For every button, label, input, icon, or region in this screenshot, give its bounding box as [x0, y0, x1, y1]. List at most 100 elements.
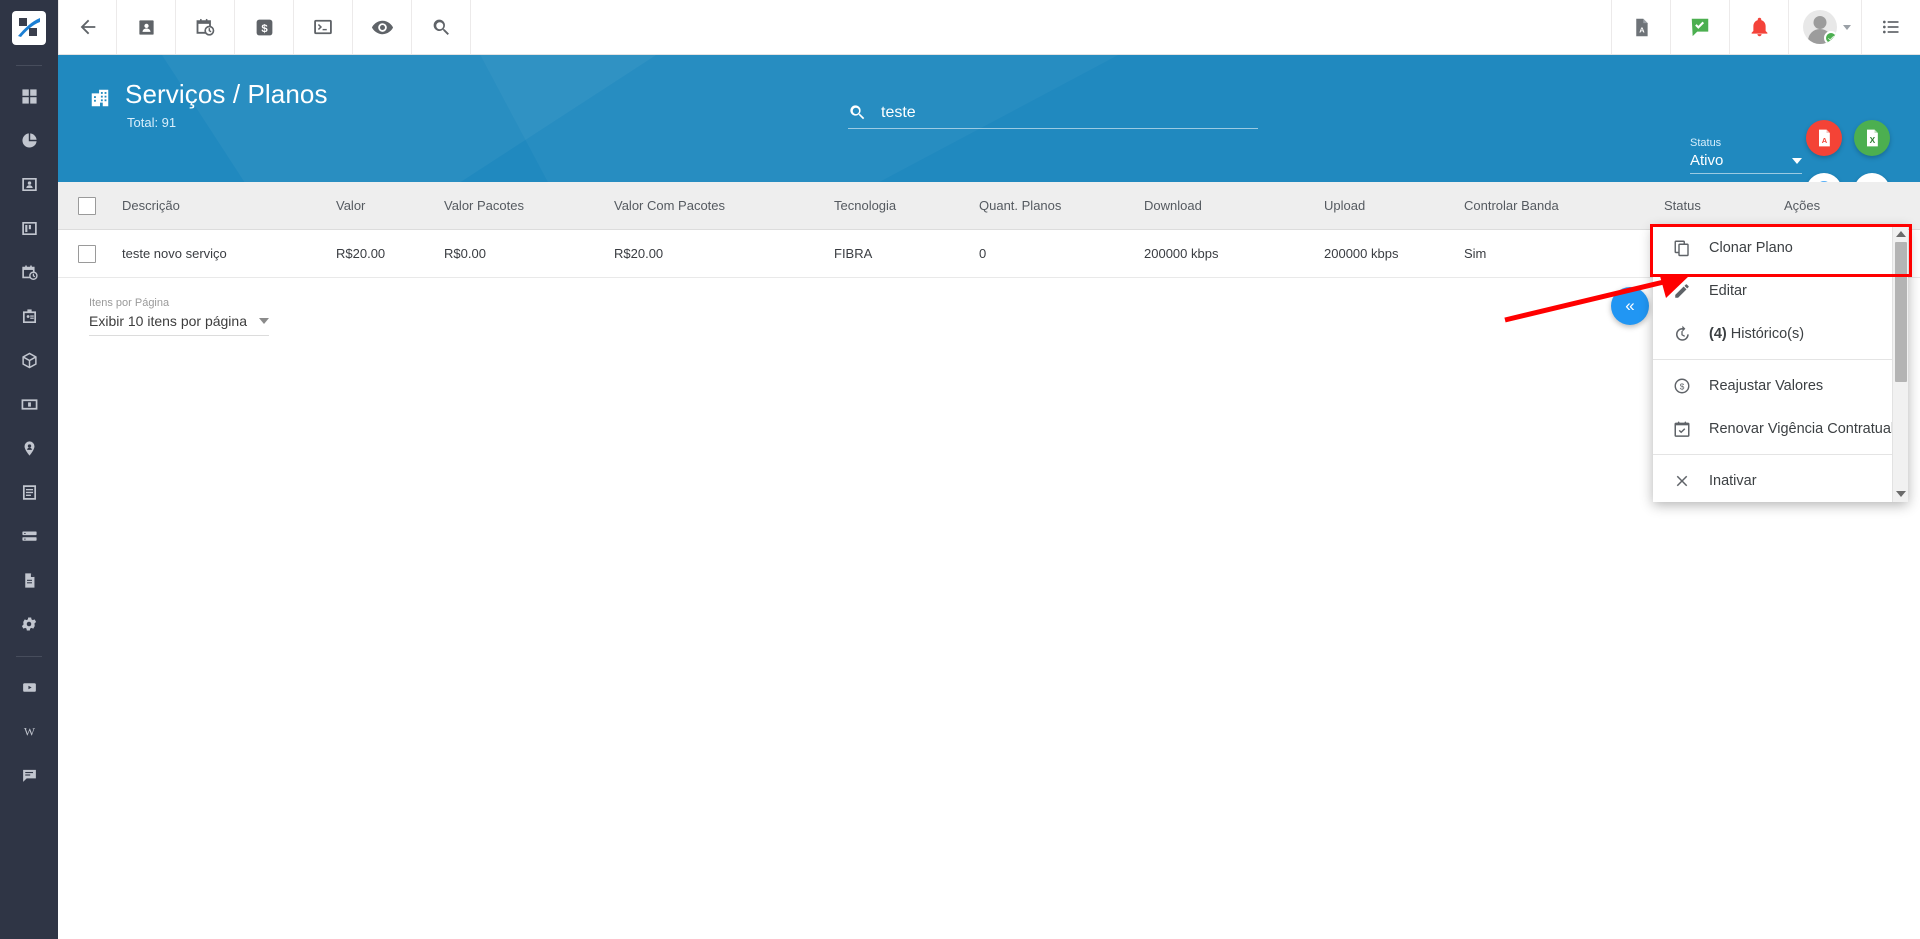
contact-card-icon	[21, 177, 37, 191]
context-menu-scrollbar[interactable]	[1892, 226, 1908, 502]
plus-circle-icon	[1820, 181, 1828, 182]
ctx-item-label: Inativar	[1709, 472, 1757, 489]
ctx-historicos[interactable]: (4) Histórico(s)	[1653, 312, 1908, 355]
cell-quant-planos: 0	[979, 246, 987, 261]
sidebar-item-reports[interactable]	[0, 118, 58, 162]
export-excel-button[interactable]: X	[1854, 120, 1890, 156]
ctx-editar[interactable]: Editar	[1653, 269, 1908, 312]
sidebar-item-chat[interactable]	[0, 753, 58, 797]
ctx-clonar-plano[interactable]: Clonar Plano	[1653, 226, 1908, 269]
wiki-w-icon: W	[23, 724, 35, 738]
svg-text:A: A	[1639, 25, 1645, 34]
topbar-schedule-button[interactable]	[176, 0, 235, 54]
search-box[interactable]	[848, 103, 1258, 129]
refresh-button[interactable]	[1854, 173, 1890, 182]
calendar-clock-icon	[21, 264, 38, 280]
topbar-menu-button[interactable]	[1861, 0, 1920, 54]
sidebar-item-schedule[interactable]	[0, 250, 58, 294]
sidebar-item-dashboard[interactable]	[0, 74, 58, 118]
chevron-down-icon	[259, 318, 269, 324]
green-check-chat-icon	[1691, 18, 1709, 37]
ctx-item-label: (4) Histórico(s)	[1709, 326, 1804, 342]
search-icon	[433, 19, 449, 35]
sidebar-item-settings[interactable]	[0, 602, 58, 646]
dollar-square-icon: $	[256, 19, 272, 35]
server-stack-icon	[21, 531, 37, 541]
ctx-reajustar-valores[interactable]: $ Reajustar Valores	[1653, 364, 1908, 407]
ctx-separator-2	[1653, 454, 1908, 455]
topbar-right-group: A	[1611, 0, 1920, 54]
sidebar-item-videos[interactable]	[0, 665, 58, 709]
row-checkbox[interactable]	[78, 244, 96, 263]
user-avatar-menu[interactable]	[1788, 0, 1861, 54]
select-all-cell[interactable]	[58, 196, 116, 215]
scroll-down-arrow-icon[interactable]	[1893, 486, 1909, 502]
left-sidebar: W	[0, 0, 58, 939]
items-per-page-select[interactable]: Itens por Página Exibir 10 itens por pág…	[89, 297, 269, 336]
topbar-terminal-button[interactable]	[294, 0, 353, 54]
col-upload: Upload	[1324, 198, 1366, 213]
topbar-pdf-button[interactable]: A	[1611, 0, 1670, 54]
col-acoes: Ações	[1784, 198, 1821, 213]
cell-valor: R$20.00	[336, 246, 386, 261]
items-per-page-label: Itens por Página	[89, 297, 170, 309]
eye-icon	[371, 20, 393, 34]
sidebar-item-contacts[interactable]	[0, 162, 58, 206]
export-pdf-button[interactable]: A	[1806, 120, 1842, 156]
collapse-panel-button[interactable]: «	[1611, 287, 1649, 325]
sidebar-item-network[interactable]	[0, 426, 58, 470]
scrollbar-thumb[interactable]	[1895, 242, 1907, 382]
col-valor-pacotes: Valor Pacotes	[444, 198, 524, 213]
sidebar-item-finance[interactable]	[0, 382, 58, 426]
chat-bubble-icon	[22, 769, 36, 782]
cell-valor-com-pacotes: R$20.00	[614, 246, 664, 261]
pdf-export-icon: A	[1819, 129, 1830, 147]
sidebar-item-invoices[interactable]	[0, 470, 58, 514]
col-controlar-banda: Controlar Banda	[1464, 198, 1559, 213]
add-plan-button[interactable]	[1806, 173, 1842, 182]
search-icon	[850, 105, 865, 120]
page-header: Serviços / Planos Total: 91 Status Ativo…	[58, 55, 1920, 182]
search-input[interactable]	[881, 103, 1258, 122]
row-actions-context-menu: Clonar Plano Editar (4) Histórico(s) $ R…	[1653, 226, 1908, 502]
ctx-item-label: Editar	[1709, 282, 1747, 299]
svg-text:$: $	[261, 22, 268, 34]
topbar-monitor-button[interactable]	[353, 0, 412, 54]
table-row[interactable]: teste novo serviço R$20.00 R$0.00 R$20.0…	[58, 230, 1920, 278]
scroll-up-arrow-icon[interactable]	[1893, 226, 1909, 242]
topbar-clients-button[interactable]	[117, 0, 176, 54]
topbar-notifications-button[interactable]	[1729, 0, 1788, 54]
table-body: teste novo serviço R$20.00 R$0.00 R$20.0…	[58, 230, 1920, 278]
sidebar-item-board[interactable]	[0, 206, 58, 250]
user-card-icon	[138, 19, 154, 35]
topbar-tickets-button[interactable]	[1670, 0, 1729, 54]
col-tecnologia: Tecnologia	[834, 198, 897, 213]
refresh-icon	[1861, 180, 1884, 183]
row-select-cell[interactable]	[58, 244, 116, 263]
sidebar-item-wiki[interactable]: W	[0, 709, 58, 753]
app-logo[interactable]	[0, 0, 58, 55]
document-lines-icon	[22, 484, 36, 500]
copy-icon	[1671, 239, 1692, 257]
calendar-check-icon	[1671, 420, 1692, 438]
select-all-checkbox[interactable]	[78, 196, 96, 215]
sidebar-item-servers[interactable]	[0, 514, 58, 558]
cell-upload: 200000 kbps	[1324, 246, 1399, 261]
sidebar-item-inventory[interactable]	[0, 294, 58, 338]
topbar-finance-button[interactable]: $	[235, 0, 294, 54]
collapse-chevrons-icon: «	[1625, 296, 1635, 315]
topbar-back-button[interactable]	[58, 0, 117, 54]
status-filter-value: Ativo	[1690, 152, 1724, 169]
topbar-search-button[interactable]	[412, 0, 471, 54]
sidebar-item-products[interactable]	[0, 338, 58, 382]
box-3d-icon	[21, 352, 37, 368]
ctx-renovar-vigencia[interactable]: Renovar Vigência Contratual	[1653, 407, 1908, 450]
sidebar-item-files[interactable]	[0, 558, 58, 602]
pencil-icon	[1671, 282, 1692, 300]
cell-tecnologia: FIBRA	[834, 246, 873, 261]
ctx-inativar[interactable]: Inativar	[1653, 459, 1908, 502]
pdf-file-icon: A	[1635, 18, 1648, 36]
file-page-icon	[24, 572, 34, 588]
history-clock-icon	[1671, 325, 1692, 343]
